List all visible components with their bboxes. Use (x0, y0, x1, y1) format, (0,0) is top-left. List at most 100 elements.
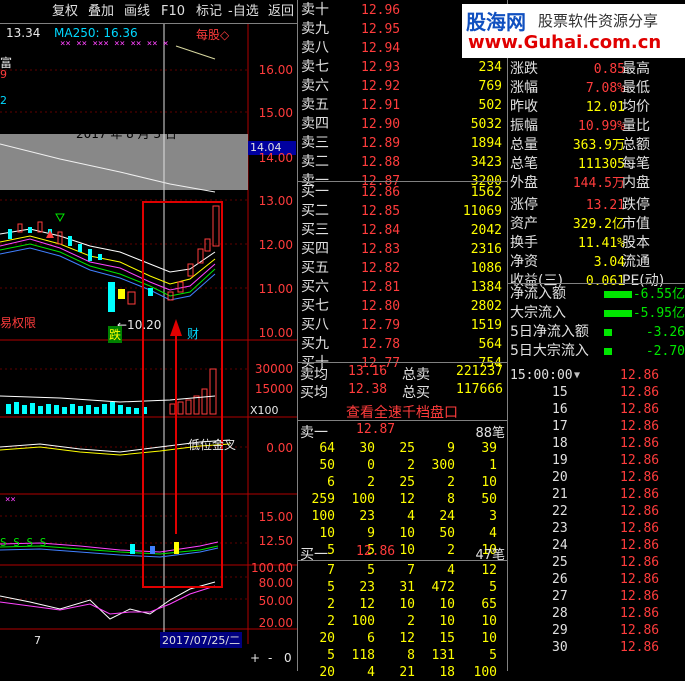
queue-cell: 12 (399, 631, 415, 646)
toolbar-draw-button[interactable]: 画线 (124, 3, 150, 21)
reset-button[interactable]: 0 (284, 651, 292, 665)
queue-cell: 4 (367, 665, 375, 680)
cai-tag[interactable]: 财 (187, 325, 199, 342)
queue-cell: 9 (367, 526, 375, 541)
tick-price: 12.86 (620, 453, 660, 468)
bid-row[interactable]: 买二 12.85 11069 (299, 202, 506, 221)
queue-buy-row: 2 12 10 10 65 (299, 596, 506, 613)
toolbar-watchlist-button[interactable]: -自选 (228, 3, 259, 21)
bid-row[interactable]: 买五 12.82 1086 (299, 259, 506, 278)
queue-sell-count: 88笔 (475, 426, 505, 441)
ytick-main: 14.00 (258, 151, 293, 165)
die-tag[interactable]: 跌 (108, 326, 123, 343)
zoom-out-button[interactable]: - (268, 651, 272, 665)
bid-row[interactable]: 买三 12.84 2042 (299, 221, 506, 240)
toolbar-f10-button[interactable]: F10 (161, 3, 185, 21)
zoom-in-button[interactable]: + (250, 651, 260, 665)
ask-row[interactable]: 卖四 12.90 5032 (299, 115, 506, 134)
toolbar-overlay-button[interactable]: 叠加 (88, 3, 114, 21)
stat-label: 昨收 (510, 99, 538, 115)
stat-row: 资产 329.2亿 市值 (508, 215, 685, 234)
bid-volume: 1519 (470, 318, 502, 333)
queue-cell: 8 (447, 492, 455, 507)
tick-row: 25 12.86 (508, 554, 685, 571)
kline-chart[interactable]: ×× ×× ××× ×× ×× ×× × ×× S S S S 13.34 MA… (0, 24, 297, 671)
tick-list[interactable]: 15:00:00 ▼ 12.86 15 12.86 16 12.86 17 12.86 18 12.… (508, 365, 685, 671)
bid-row[interactable]: 买六 12.81 1384 (299, 278, 506, 297)
toolbar-fuquan-button[interactable]: 复权 (52, 3, 78, 21)
flow-bar (604, 348, 612, 355)
queue-cell: 15 (439, 631, 455, 646)
chart-toolbar: 复权 叠加 画线 F10 标记 -自选 返回 (0, 0, 297, 24)
ask-volume: 502 (478, 98, 502, 113)
queue-buy-row: 2 100 2 10 10 (299, 613, 506, 630)
queue-buy-row: 5 118 8 131 5 (299, 647, 506, 664)
queue-cell: 2 (447, 543, 455, 558)
bid-label: 买八 (301, 317, 329, 333)
flow-row: 净流入额 -6.55亿 (508, 285, 685, 304)
bid-price: 12.81 (361, 280, 401, 295)
stat-row: 昨收 12.01 均价 (508, 98, 685, 117)
stat-value: 0.85 (593, 62, 625, 77)
ask-price: 12.93 (361, 60, 401, 75)
bid-price: 12.78 (361, 337, 401, 352)
left-fragment-2: 9 (0, 68, 7, 81)
toolbar-back-button[interactable]: 返回 (268, 3, 294, 21)
stat-value: 329.2亿 (572, 217, 625, 232)
ask-label: 卖六 (301, 78, 329, 94)
queue-cell: 10 (481, 614, 497, 629)
toolbar-mark-button[interactable]: 标记 (196, 3, 222, 21)
tick-price: 12.86 (620, 589, 660, 604)
tick-row: 18 12.86 (508, 435, 685, 452)
bid-row[interactable]: 买九 12.78 564 (299, 335, 506, 354)
x100-label: X100 (250, 404, 279, 417)
ask-volume: 769 (478, 79, 502, 94)
avg-buy-label: 买均 (300, 385, 328, 401)
flow-row: 大宗流入 -5.95亿 (508, 304, 685, 323)
queue-cell: 50 (481, 492, 497, 507)
bid-row[interactable]: 买七 12.80 2802 (299, 297, 506, 316)
stat-label-2: 总额 (622, 137, 650, 153)
tick-price: 12.86 (620, 640, 660, 655)
tick-price: 12.86 (620, 385, 660, 400)
stat-label-2: 股本 (622, 235, 650, 251)
ask-volume: 5032 (470, 117, 502, 132)
tick-dropdown-icon[interactable]: ▼ (574, 367, 580, 384)
ask-row[interactable]: 卖五 12.91 502 (299, 96, 506, 115)
queue-cell: 0 (367, 458, 375, 473)
bid-volume: 1384 (470, 280, 502, 295)
stat-label: 净资 (510, 254, 538, 270)
queue-cell: 10 (439, 614, 455, 629)
bid-row[interactable]: 买一 12.86 1562 (299, 183, 506, 202)
queue-cell: 39 (481, 441, 497, 456)
ask-row[interactable]: 卖六 12.92 769 (299, 77, 506, 96)
ytick-ind3: 100.00 (251, 561, 293, 575)
ask-price: 12.91 (361, 98, 401, 113)
queue-cell: 5 (327, 580, 335, 595)
tick-time: 17 (552, 419, 568, 434)
bid-label: 买四 (301, 241, 329, 257)
ask-price: 12.92 (361, 79, 401, 94)
flow-label: 大宗流入 (510, 305, 566, 321)
ask-row[interactable]: 卖七 12.93 234 (299, 58, 506, 77)
queue-cell: 25 (399, 475, 415, 490)
stat-label: 涨幅 (510, 80, 538, 96)
tick-time: 30 (552, 640, 568, 655)
view-all-depth-link[interactable]: 查看全速千档盘口 (346, 402, 458, 422)
tick-row: 28 12.86 (508, 605, 685, 622)
bid-row[interactable]: 买四 12.83 2316 (299, 240, 506, 259)
ask-row[interactable]: 卖三 12.89 1894 (299, 134, 506, 153)
bid-price: 12.79 (361, 318, 401, 333)
bid-row[interactable]: 买八 12.79 1519 (299, 316, 506, 335)
ask-row[interactable]: 卖二 12.88 3423 (299, 153, 506, 172)
tick-time: 28 (552, 606, 568, 621)
bid-price: 12.82 (361, 261, 401, 276)
stat-label-2: 均价 (622, 99, 650, 115)
ytick-ind3: 80.00 (258, 576, 293, 590)
queue-cell: 10 (399, 526, 415, 541)
stat-value: 3.04 (593, 255, 625, 270)
watermark-slogan: 股票软件资源分享 (538, 12, 659, 30)
queue-buy-price: 12.86 (356, 544, 396, 559)
stat-row: 总笔 111305 每笔 (508, 155, 685, 174)
queue-cell: 21 (399, 665, 415, 680)
